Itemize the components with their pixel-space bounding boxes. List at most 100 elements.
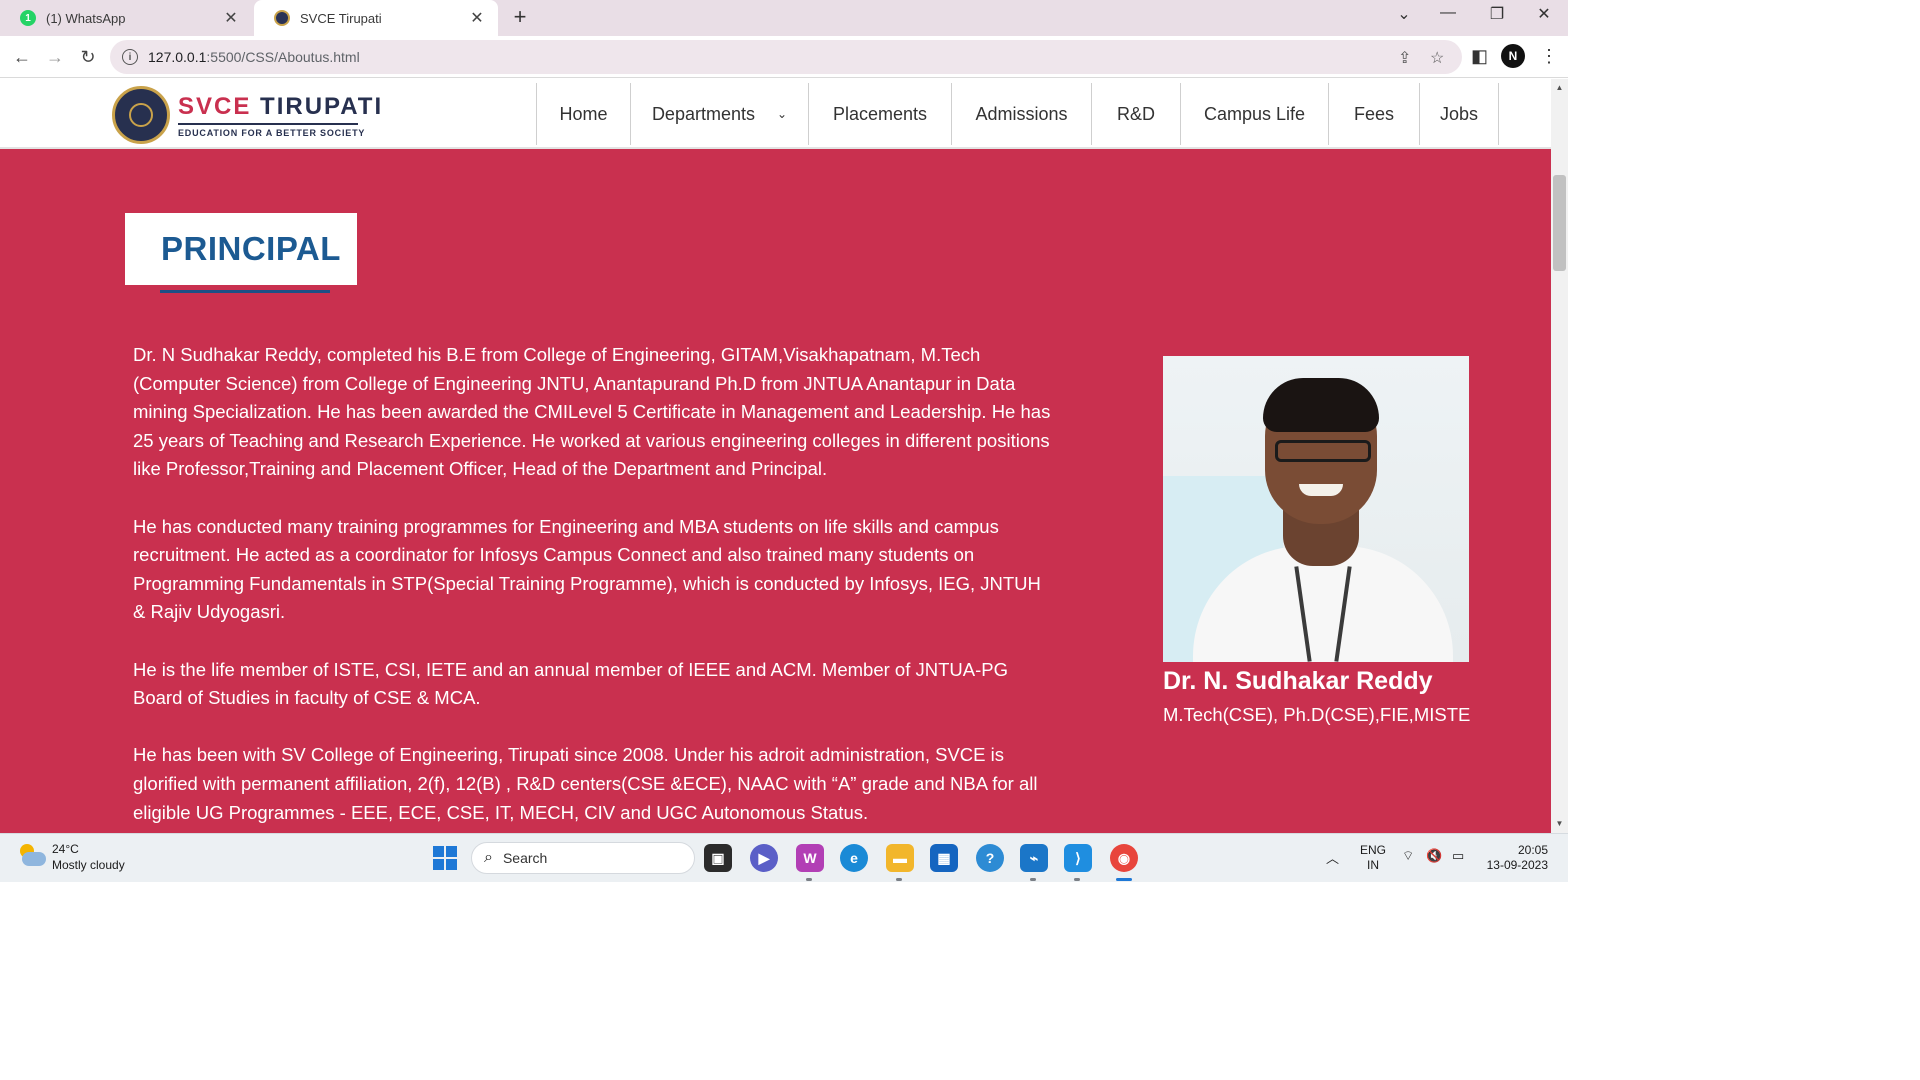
tab-title: SVCE Tirupati [300, 10, 382, 26]
tab-search-chevron-icon[interactable]: ⌄ [1392, 4, 1416, 24]
nav-item-placements[interactable]: Placements [808, 83, 951, 145]
url-host: 127.0.0.1 [148, 49, 207, 65]
volume-muted-icon[interactable]: 🔇 [1426, 848, 1442, 864]
running-indicator [806, 878, 812, 881]
nav-label: Home [559, 103, 608, 124]
running-indicator [1074, 878, 1080, 881]
logo-name-part1: SVCE [178, 93, 252, 120]
chevron-down-icon: ⌄ [776, 107, 788, 121]
help-icon[interactable]: ? [976, 844, 1004, 872]
site-header: SVCE TIRUPATI EDUCATION FOR A BETTER SOC… [0, 79, 1551, 149]
nav-label: Fees [1353, 103, 1395, 124]
close-icon[interactable]: ✕ [468, 8, 486, 28]
browser-toolbar: ← → ↻ i 127.0.0.1:5500/CSS/Aboutus.html … [0, 36, 1568, 78]
reload-icon[interactable]: ↻ [75, 44, 101, 70]
weather-cloudy-icon[interactable] [18, 844, 46, 868]
tab-strip: 1 (1) WhatsApp ✕ SVCE Tirupati ✕ + ⌄ — ❐… [0, 0, 1568, 36]
scroll-up-icon[interactable]: ▲ [1551, 83, 1568, 92]
new-tab-button[interactable]: + [508, 4, 532, 30]
weather-description[interactable]: Mostly cloudy [52, 858, 125, 872]
principal-bio: Dr. N Sudhakar Reddy, completed his B.E … [133, 341, 1053, 833]
principal-qualifications: M.Tech(CSE), Ph.D(CSE),FIE,MISTE [1163, 704, 1471, 725]
nav-label: Placements [832, 103, 928, 124]
running-indicator [896, 878, 902, 881]
bio-paragraph: He is the life member of ISTE, CSI, IETE… [133, 658, 1008, 709]
vscode-icon[interactable]: ⟩ [1064, 844, 1092, 872]
minimize-button[interactable]: — [1436, 4, 1460, 22]
college-emblem-logo[interactable] [112, 86, 170, 144]
nav-item-departments[interactable]: Departments ⌄ [630, 83, 808, 145]
bookmark-star-icon[interactable]: ☆ [1430, 48, 1444, 68]
quick-assist-icon[interactable]: ⌁ [1020, 844, 1048, 872]
scroll-down-icon[interactable]: ▼ [1551, 819, 1568, 828]
windows-start-icon[interactable] [433, 846, 457, 870]
close-icon[interactable]: ✕ [222, 8, 240, 28]
menu-kebab-icon[interactable]: ⋮ [1540, 46, 1558, 67]
active-indicator [1116, 878, 1132, 881]
language-code: ENG [1360, 843, 1387, 857]
logo-tagline: EDUCATION FOR A BETTER SOCIETY [178, 128, 366, 138]
page-viewport: SVCE TIRUPATI EDUCATION FOR A BETTER SOC… [0, 79, 1551, 833]
nav-item-admissions[interactable]: Admissions [951, 83, 1091, 145]
bio-paragraph: He has been with SV College of Engineeri… [133, 744, 1038, 823]
tab-whatsapp[interactable]: 1 (1) WhatsApp ✕ [0, 0, 252, 36]
nav-label: Campus Life [1203, 103, 1306, 124]
principal-name: Dr. N. Sudhakar Reddy [1163, 667, 1433, 695]
nav-label: Admissions [975, 103, 1068, 124]
edge-browser-icon[interactable]: e [840, 844, 868, 872]
taskbar: 24°C Mostly cloudy ⌕ Search ▣ ▶ W e ▬ ▦ … [0, 833, 1568, 882]
principal-photo [1163, 356, 1469, 662]
back-arrow-icon[interactable]: ← [9, 44, 35, 70]
svce-logo-icon [274, 10, 290, 26]
bio-paragraph: Dr. N Sudhakar Reddy, completed his B.E … [133, 344, 1051, 480]
search-label: Search [502, 850, 548, 866]
task-view-icon[interactable]: ▣ [704, 844, 732, 872]
search-icon: ⌕ [484, 849, 493, 866]
app-icon-purple[interactable]: W [796, 844, 824, 872]
nav-label: Jobs [1439, 103, 1479, 124]
battery-icon[interactable]: ▭ [1452, 848, 1464, 864]
profile-avatar[interactable]: N [1501, 44, 1525, 68]
language-indicator[interactable]: ENG IN [1360, 843, 1386, 873]
nav-item-campus-life[interactable]: Campus Life [1180, 83, 1328, 145]
clock-time: 20:05 [1517, 843, 1548, 857]
region-code: IN [1367, 858, 1379, 872]
system-clock[interactable]: 20:05 13-09-2023 [1484, 843, 1548, 873]
file-explorer-icon[interactable]: ▬ [886, 844, 914, 872]
forward-arrow-icon[interactable]: → [42, 44, 68, 70]
nav-divider [1498, 83, 1499, 145]
running-indicator [1030, 878, 1036, 881]
side-panel-icon[interactable]: ◧ [1471, 46, 1488, 67]
address-bar[interactable]: i 127.0.0.1:5500/CSS/Aboutus.html ⇪ ☆ [110, 40, 1462, 74]
heading-underline [160, 290, 330, 293]
page-scrollbar[interactable]: ▲ ▼ [1551, 79, 1568, 833]
tab-svce-tirupati[interactable]: SVCE Tirupati ✕ [254, 0, 498, 36]
nav-label: Departments [651, 103, 755, 124]
chrome-browser-icon[interactable]: ◉ [1110, 844, 1138, 872]
close-window-button[interactable]: ✕ [1532, 4, 1556, 24]
logo-name-part2: TIRUPATI [260, 93, 384, 120]
bio-paragraph: He has conducted many training programme… [133, 515, 1041, 623]
nav-item-fees[interactable]: Fees [1328, 83, 1419, 145]
page-title: PRINCIPAL [161, 230, 341, 267]
nav-item-jobs[interactable]: Jobs [1419, 83, 1498, 145]
nav-label: R&D [1116, 103, 1155, 124]
clock-date: 13-09-2023 [1486, 858, 1548, 872]
site-logo-title[interactable]: SVCE TIRUPATI [178, 93, 383, 121]
chevron-up-icon[interactable]: ︿ [1326, 848, 1339, 867]
microsoft-store-icon[interactable]: ▦ [930, 844, 958, 872]
wifi-icon[interactable]: ⌔ [1402, 848, 1414, 864]
site-info-icon[interactable]: i [122, 49, 138, 65]
whatsapp-icon: 1 [20, 10, 36, 26]
logo-divider [178, 123, 358, 125]
nav-item-rnd[interactable]: R&D [1091, 83, 1180, 145]
weather-temperature[interactable]: 24°C [52, 842, 79, 856]
nav-item-home[interactable]: Home [536, 83, 630, 145]
taskbar-search[interactable]: ⌕ Search [471, 842, 695, 874]
restore-button[interactable]: ❐ [1485, 4, 1509, 24]
teams-chat-icon[interactable]: ▶ [750, 844, 778, 872]
scrollbar-thumb[interactable] [1553, 175, 1566, 271]
principal-heading-box: PRINCIPAL [125, 213, 357, 285]
share-icon[interactable]: ⇪ [1398, 48, 1411, 68]
tab-title: (1) WhatsApp [46, 10, 126, 26]
